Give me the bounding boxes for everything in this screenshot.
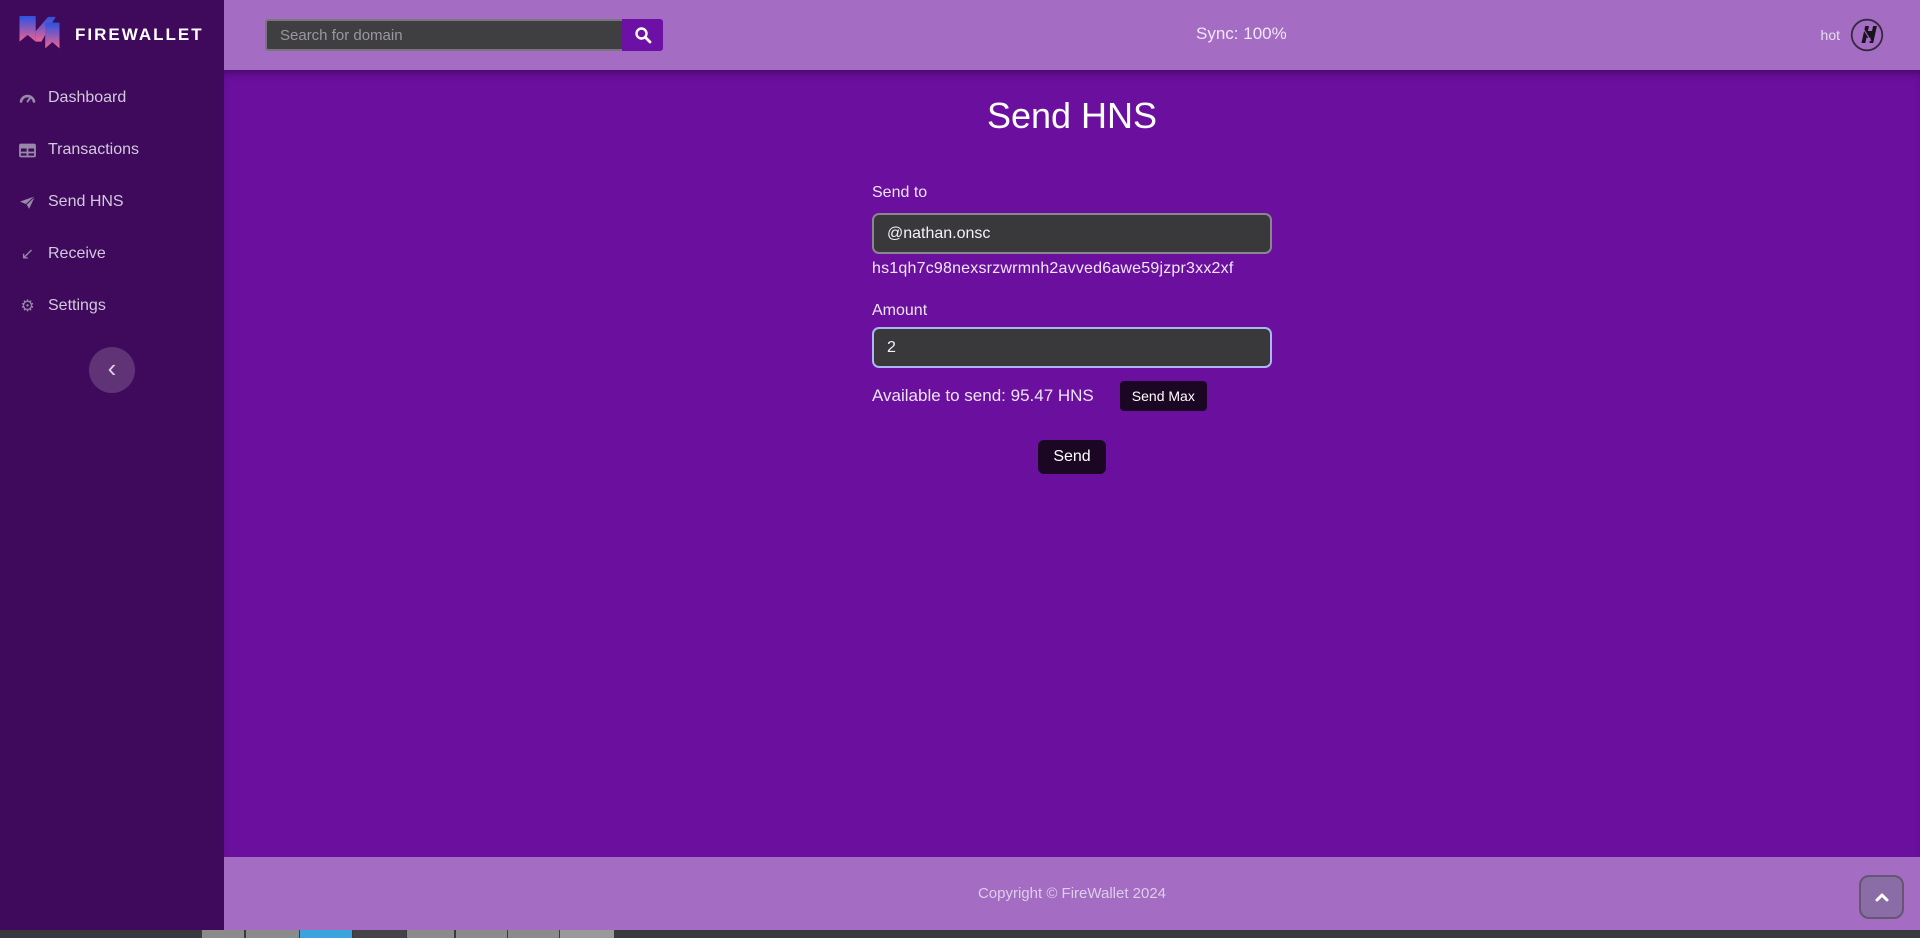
amount-label: Amount — [872, 302, 1272, 320]
settings-icon: ⚙ — [18, 298, 37, 314]
copyright-text: Copyright © FireWallet 2024 — [978, 885, 1166, 902]
search-button[interactable] — [622, 19, 663, 51]
main-content: Send HNS Send to hs1qh7c98nexsrzwrmnh2av… — [224, 70, 1920, 857]
taskbar-window-segment[interactable] — [246, 930, 299, 938]
logo-row[interactable]: FIREWALLET — [0, 0, 224, 70]
sidebar-item-transactions[interactable]: Transactions — [0, 124, 224, 176]
send-form: Send to hs1qh7c98nexsrzwrmnh2avved6awe59… — [872, 184, 1272, 474]
amount-input[interactable] — [872, 327, 1272, 368]
top-bar: Sync: 100% hot — [224, 0, 1920, 70]
sidebar-collapse-button[interactable]: ‹ — [89, 347, 135, 393]
receive-icon: ↙ — [18, 246, 37, 262]
app-title: FIREWALLET — [75, 25, 204, 45]
send-to-input[interactable] — [872, 213, 1272, 254]
taskbar-window-segment[interactable] — [508, 930, 559, 938]
sidebar-item-label: Settings — [48, 297, 106, 315]
available-balance-text: Available to send: 95.47 HNS — [872, 386, 1094, 406]
scroll-to-top-button[interactable] — [1859, 875, 1904, 919]
sidebar-item-label: Dashboard — [48, 89, 126, 107]
chevron-up-icon — [1874, 892, 1890, 903]
transactions-icon — [18, 143, 37, 158]
amount-block: Amount — [872, 302, 1272, 368]
footer: Copyright © FireWallet 2024 — [224, 857, 1920, 930]
firewallet-logo-icon — [17, 15, 62, 55]
available-row: Available to send: 95.47 HNS Send Max — [872, 381, 1272, 411]
page-title: Send HNS — [224, 95, 1920, 137]
taskbar-window-segment[interactable] — [300, 930, 352, 938]
sidebar: FIREWALLET Dashboard Transactions — [0, 0, 224, 938]
taskbar-window-segment[interactable] — [560, 930, 614, 938]
send-to-label: Send to — [872, 184, 1272, 202]
sidebar-item-label: Send HNS — [48, 193, 124, 211]
taskbar-window-segment[interactable] — [202, 930, 244, 938]
send-button[interactable]: Send — [1038, 440, 1105, 474]
send-icon — [18, 195, 37, 210]
resolved-address: hs1qh7c98nexsrzwrmnh2avved6awe59jzpr3xx2… — [872, 260, 1272, 278]
dashboard-icon — [18, 90, 37, 106]
sidebar-nav: Dashboard Transactions Send HNS — [0, 70, 224, 332]
sidebar-item-settings[interactable]: ⚙ Settings — [0, 280, 224, 332]
sidebar-item-label: Receive — [48, 245, 106, 263]
os-taskbar[interactable] — [0, 930, 1920, 938]
sidebar-item-receive[interactable]: ↙ Receive — [0, 228, 224, 280]
search-input[interactable] — [265, 19, 622, 51]
sync-status: Sync: 100% — [1196, 24, 1287, 44]
domain-search — [265, 19, 663, 51]
send-max-button[interactable]: Send Max — [1120, 381, 1207, 411]
taskbar-window-segment[interactable] — [456, 930, 507, 938]
search-icon — [634, 26, 652, 44]
taskbar-window-segment[interactable] — [353, 930, 406, 938]
wallet-name-label: hot — [1821, 27, 1840, 43]
sidebar-item-send-hns[interactable]: Send HNS — [0, 176, 224, 228]
taskbar-window-segment[interactable] — [407, 930, 454, 938]
sidebar-item-dashboard[interactable]: Dashboard — [0, 72, 224, 124]
wallet-switcher[interactable]: hot — [1821, 0, 1884, 70]
sidebar-item-label: Transactions — [48, 141, 139, 159]
handshake-logo-icon[interactable] — [1850, 18, 1884, 52]
chevron-left-icon: ‹ — [108, 355, 117, 381]
send-button-row: Send — [872, 440, 1272, 474]
